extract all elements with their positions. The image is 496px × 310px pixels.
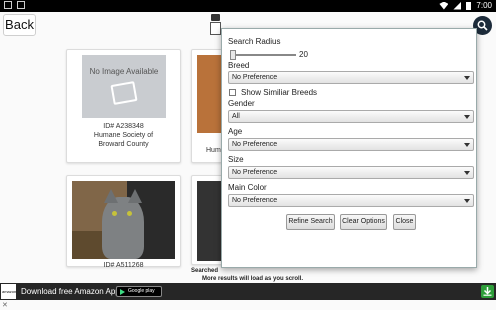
notification-icon: [4, 1, 12, 9]
image-placeholder-icon: [110, 81, 138, 105]
amazon-brand-text: amazon: [2, 289, 17, 294]
chevron-down-icon: [464, 76, 470, 80]
pet-photo: [72, 181, 175, 259]
ad-text: Download free Amazon App: [21, 287, 120, 296]
no-image-placeholder: No Image Available: [82, 55, 166, 118]
app-logo: [210, 14, 221, 36]
play-store-icon: [120, 289, 125, 295]
search-icon: [477, 20, 488, 31]
amazon-logo: amazon: [1, 284, 16, 299]
slider-thumb[interactable]: [230, 50, 236, 60]
pet-shelter: Humane Society of Broward County: [93, 132, 154, 148]
main-color-select-value: No Preference: [232, 197, 278, 204]
search-radius-value: 20: [299, 50, 308, 59]
pet-card[interactable]: No Image Available ID# A238348 Humane So…: [66, 49, 181, 163]
main-color-label: Main Color: [228, 183, 267, 192]
pet-card[interactable]: ID# A511268: [66, 175, 181, 269]
clear-options-button[interactable]: Clear Options: [340, 214, 387, 230]
age-label: Age: [228, 127, 243, 136]
pet-card[interactable]: Hum: [191, 49, 237, 163]
refine-search-button[interactable]: Refine Search: [286, 214, 335, 230]
signal-icon: [453, 1, 462, 10]
search-radius-label: Search Radius: [228, 37, 281, 46]
search-radius-slider[interactable]: [230, 54, 296, 56]
no-image-text: No Image Available: [89, 67, 159, 76]
pet-id: ID# A511268: [103, 262, 144, 269]
back-button[interactable]: Back: [3, 14, 36, 36]
pet-id: ID# A238348: [103, 123, 144, 130]
gender-label: Gender: [228, 99, 255, 108]
chevron-down-icon: [464, 199, 470, 203]
similar-breeds-label: Show Similiar Breeds: [241, 88, 318, 97]
breed-label: Breed: [228, 61, 250, 70]
battery-icon: [466, 1, 472, 10]
searched-text: Searched: [191, 268, 219, 274]
download-button[interactable]: [481, 285, 494, 298]
wifi-icon: [439, 1, 449, 10]
main-color-select[interactable]: No Preference: [228, 194, 474, 207]
size-label: Size: [228, 155, 244, 164]
notification-icons: [4, 1, 25, 9]
pet-card[interactable]: [191, 175, 237, 265]
status-time: 7:00: [476, 1, 492, 10]
google-play-badge[interactable]: Google play: [116, 286, 162, 297]
gender-select-value: All: [232, 113, 240, 120]
age-select-value: No Preference: [232, 141, 278, 148]
gender-select[interactable]: All: [228, 110, 474, 123]
breed-select-value: No Preference: [232, 74, 278, 81]
ad-banner[interactable]: amazon Download free Amazon App Google p…: [0, 283, 496, 300]
chevron-down-icon: [464, 115, 470, 119]
breed-select[interactable]: No Preference: [228, 71, 474, 84]
search-options-panel: Search Radius 20 Breed No Preference Sho…: [221, 28, 477, 268]
size-select[interactable]: No Preference: [228, 166, 474, 179]
size-select-value: No Preference: [232, 169, 278, 176]
download-icon: [483, 287, 492, 296]
ad-close-icon[interactable]: ✕: [2, 301, 8, 309]
status-bar: 7:00: [0, 0, 496, 12]
chevron-down-icon: [464, 143, 470, 147]
age-select[interactable]: No Preference: [228, 138, 474, 151]
notification-icon: [17, 1, 25, 9]
google-play-text: Google play: [128, 288, 155, 294]
more-results-text: More results will load as you scroll.: [202, 276, 304, 282]
chevron-down-icon: [464, 171, 470, 175]
close-button[interactable]: Close: [393, 214, 416, 230]
similar-breeds-checkbox[interactable]: [229, 89, 236, 96]
